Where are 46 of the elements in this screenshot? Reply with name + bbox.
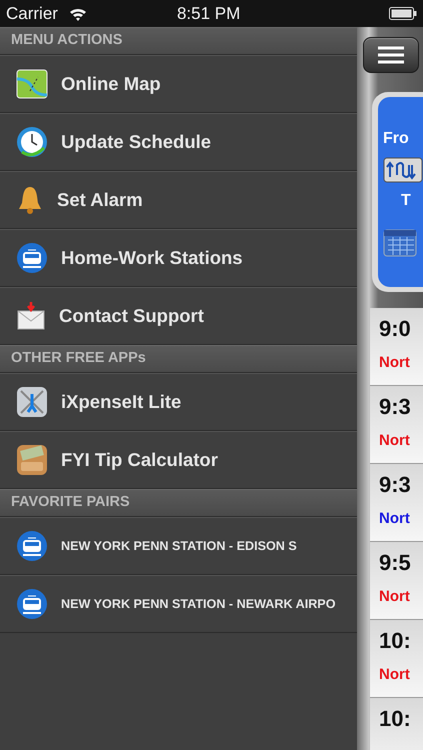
menu-item[interactable]: NEW YORK PENN STATION - NEWARK AIRPO <box>0 575 357 633</box>
app-icon <box>16 386 48 418</box>
train-icon <box>16 530 48 562</box>
line-label: Nort <box>379 353 411 374</box>
train-icon <box>16 242 48 274</box>
train-icon <box>16 588 48 620</box>
wifi-icon <box>68 6 88 21</box>
departure-time: 9:5 <box>379 550 412 576</box>
schedule-row[interactable]: 9:5 Nort <box>370 542 423 620</box>
schedule-row[interactable]: 10: Nort <box>370 620 423 698</box>
menu-item[interactable]: Set Alarm <box>0 171 357 229</box>
line-label: Nort <box>379 587 411 608</box>
line-label: Nort <box>379 509 411 530</box>
carrier-label: Carrier <box>6 2 58 25</box>
menu-item[interactable]: Home-Work Stations <box>0 229 357 287</box>
clock-icon <box>16 126 48 158</box>
line-label: Nort <box>379 431 411 452</box>
map-icon <box>16 69 48 99</box>
section-header: FAVORITE PAIRS <box>0 489 357 517</box>
battery-icon <box>389 7 417 20</box>
departure-time: 10: <box>379 706 412 732</box>
clock-time: 8:51 PM <box>176 2 240 25</box>
departure-time: 9:3 <box>379 394 412 420</box>
menu-icon <box>378 46 404 64</box>
schedule-row[interactable]: 9:3 Nort <box>370 386 423 464</box>
swap-icon <box>383 157 423 183</box>
from-label: Fro <box>383 129 410 149</box>
schedule-row[interactable]: 9:0 Nort <box>370 308 423 386</box>
menu-item[interactable]: Update Schedule <box>0 113 357 171</box>
menu-item[interactable]: NEW YORK PENN STATION - EDISON S <box>0 517 357 575</box>
menu-item[interactable]: Online Map <box>0 55 357 113</box>
bell-icon <box>16 185 44 215</box>
to-label: T <box>401 191 412 211</box>
schedule-row[interactable]: 10: <box>370 698 423 750</box>
schedule-row[interactable]: 9:3 Nort <box>370 464 423 542</box>
line-label: Nort <box>379 665 411 686</box>
section-header: OTHER FREE APPs <box>0 345 357 373</box>
calendar-icon <box>383 227 417 257</box>
menu-button[interactable] <box>363 37 419 73</box>
section-header: MENU ACTIONS <box>0 27 357 55</box>
departure-time: 9:3 <box>379 472 412 498</box>
tip-app-icon <box>16 444 48 476</box>
envelope-icon <box>16 301 46 331</box>
departure-time: 10: <box>379 628 412 654</box>
departure-time: 9:0 <box>379 316 412 342</box>
menu-item[interactable]: iXpenseIt Lite <box>0 373 357 431</box>
